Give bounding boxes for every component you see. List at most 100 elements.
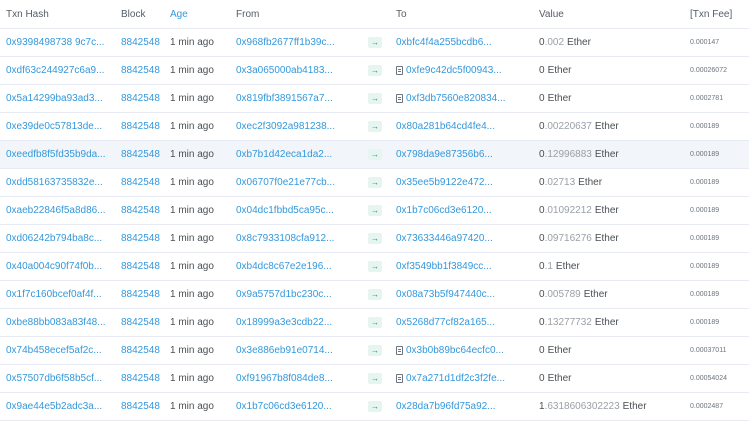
to-address-link[interactable]: 0x798da9e87356b6... — [396, 149, 493, 160]
block-link[interactable]: 8842548 — [121, 93, 160, 104]
to-address-link[interactable]: 0x5268d77cf82a165... — [396, 317, 495, 328]
to-address-link[interactable]: 0x3b0b89bc64ecfc0... — [406, 345, 504, 356]
txn-hash-link[interactable]: 0x1f7c160bcef0af4f... — [6, 289, 102, 300]
value-integer: 0 — [539, 373, 545, 384]
arrow-right-icon: → — [368, 65, 382, 76]
txn-fee: 0.000189 — [690, 207, 720, 214]
header-txn-fee: [Txn Fee] — [690, 8, 733, 20]
table-row: 0xe39de0c57813de... 8842548 1 min ago 0xec2… — [0, 113, 749, 141]
txn-hash-link[interactable]: 0x74b458ecef5af2c... — [6, 345, 102, 356]
value-unit: Ether — [622, 401, 647, 412]
txn-hash-link[interactable]: 0xe39de0c57813de... — [6, 121, 102, 132]
from-address-link[interactable]: 0x18999a3e3cdb22... — [236, 317, 332, 328]
txn-fee: 0.00054024 — [690, 375, 727, 382]
value-decimal: .005789 — [544, 289, 581, 300]
age-text: 1 min ago — [170, 345, 214, 356]
age-text: 1 min ago — [170, 373, 214, 384]
txn-fee: 0.000189 — [690, 123, 720, 130]
block-link[interactable]: 8842548 — [121, 37, 160, 48]
from-address-link[interactable]: 0xb7b1d42eca1da2... — [236, 149, 332, 160]
block-link[interactable]: 8842548 — [121, 121, 160, 132]
txn-hash-link[interactable]: 0xdd58163735832e... — [6, 177, 103, 188]
from-address-link[interactable]: 0x04dc1fbbd5ca95c... — [236, 205, 334, 216]
value-cell: 0 Ether — [539, 365, 687, 392]
from-address-link[interactable]: 0x9a5757d1bc230c... — [236, 289, 332, 300]
age-text: 1 min ago — [170, 93, 214, 104]
to-address-link[interactable]: 0x35ee5b9122e472... — [396, 177, 493, 188]
age-text: 1 min ago — [170, 65, 214, 76]
txn-hash-link[interactable]: 0xbe88bb083a83f48... — [6, 317, 106, 328]
txn-fee: 0.000189 — [690, 235, 720, 242]
txn-hash-link[interactable]: 0x9ae44e5b2adc3a... — [6, 401, 102, 412]
value-unit: Ether — [583, 289, 608, 300]
txn-hash-link[interactable]: 0xaeb22846f5a8d86... — [6, 205, 106, 216]
block-link[interactable]: 8842548 — [121, 149, 160, 160]
from-address-link[interactable]: 0x819fbf3891567a7... — [236, 93, 333, 104]
to-address-link[interactable]: 0x80a281b64cd4fe4... — [396, 121, 495, 132]
from-address-link[interactable]: 0xf91967b8f084de8... — [236, 373, 333, 384]
txn-hash-link[interactable]: 0xd06242b794ba8c... — [6, 233, 102, 244]
age-text: 1 min ago — [170, 261, 214, 272]
txn-fee: 0.000147 — [690, 39, 720, 46]
to-address-link[interactable]: 0xf3db7560e820834... — [406, 93, 506, 104]
txn-fee: 0.000189 — [690, 263, 720, 270]
value-unit: Ether — [594, 317, 619, 328]
value-decimal: .002 — [544, 37, 565, 48]
from-address-link[interactable]: 0xec2f3092a981238... — [236, 121, 335, 132]
block-link[interactable]: 8842548 — [121, 317, 160, 328]
from-address-link[interactable]: 0x968fb2677ff1b39c... — [236, 37, 335, 48]
header-txn-hash: Txn Hash — [6, 8, 49, 20]
txn-hash-link[interactable]: 0x5a14299ba93ad3... — [6, 93, 103, 104]
arrow-right-icon: → — [368, 93, 382, 104]
to-address-link[interactable]: 0xfe9c42dc5f00943... — [406, 65, 502, 76]
block-link[interactable]: 8842548 — [121, 205, 160, 216]
to-address-link[interactable]: 0x28da7b96fd75a92... — [396, 401, 496, 412]
block-link[interactable]: 8842548 — [121, 373, 160, 384]
age-text: 1 min ago — [170, 401, 214, 412]
txn-hash-link[interactable]: 0xeedfb8f5fd35b9da... — [6, 149, 106, 160]
age-text: 1 min ago — [170, 121, 214, 132]
file-text-icon — [396, 66, 403, 75]
table-row: 0xd06242b794ba8c... 8842548 1 min ago 0x8c7… — [0, 225, 749, 253]
file-text-icon — [396, 346, 403, 355]
txn-fee: 0.0002487 — [690, 403, 724, 410]
value-unit: Ether — [547, 373, 572, 384]
to-address-link[interactable]: 0x1b7c06cd3e6120... — [396, 205, 492, 216]
arrow-right-icon: → — [368, 233, 382, 244]
block-link[interactable]: 8842548 — [121, 289, 160, 300]
from-address-link[interactable]: 0x8c7933108cfa912... — [236, 233, 334, 244]
header-age-toggle[interactable]: Age — [170, 0, 234, 28]
block-link[interactable]: 8842548 — [121, 401, 160, 412]
block-link[interactable]: 8842548 — [121, 177, 160, 188]
table-row: 0x9398498738 9c7c... 8842548 1 min ago 0x96… — [0, 29, 749, 57]
block-link[interactable]: 8842548 — [121, 261, 160, 272]
table-row: 0x57507db6f58b5cf... 8842548 1 min ago 0xf9… — [0, 365, 749, 393]
to-address-link[interactable]: 0x7a271d1df2c3f2fe... — [406, 373, 505, 384]
table-row: 0xaeb22846f5a8d86... 8842548 1 min ago 0x04… — [0, 197, 749, 225]
from-address-link[interactable]: 0x06707f0e21e77cb... — [236, 177, 335, 188]
value-cell: 0.12996883 Ether — [539, 141, 687, 168]
txn-hash-link[interactable]: 0x57507db6f58b5cf... — [6, 373, 102, 384]
table-row: 0xeedfb8f5fd35b9da... 8842548 1 min ago 0xb… — [0, 141, 749, 169]
arrow-right-icon: → — [368, 289, 382, 300]
to-address-link[interactable]: 0x08a73b5f947440c... — [396, 289, 495, 300]
block-link[interactable]: 8842548 — [121, 65, 160, 76]
value-decimal: .12996883 — [544, 149, 592, 160]
to-address-link[interactable]: 0x73633446a97420... — [396, 233, 493, 244]
txn-hash-link[interactable]: 0x40a004c90f74f0b... — [6, 261, 102, 272]
value-unit: Ether — [594, 233, 619, 244]
file-text-icon — [396, 374, 403, 383]
table-row: 0xdd58163735832e... 8842548 1 min ago 0x067… — [0, 169, 749, 197]
from-address-link[interactable]: 0x1b7c06cd3e6120... — [236, 401, 332, 412]
from-address-link[interactable]: 0x3a065000ab4183... — [236, 65, 333, 76]
txn-hash-link[interactable]: 0x9398498738 9c7c... — [6, 37, 104, 48]
value-decimal: .02713 — [544, 177, 576, 188]
from-address-link[interactable]: 0x3e886eb91e0714... — [236, 345, 333, 356]
to-address-link[interactable]: 0xf3549bb1f3849cc... — [396, 261, 492, 272]
from-address-link[interactable]: 0xb4dc8c67e2e196... — [236, 261, 332, 272]
txn-hash-link[interactable]: 0xdf63c244927c6a9... — [6, 65, 104, 76]
block-link[interactable]: 8842548 — [121, 345, 160, 356]
block-link[interactable]: 8842548 — [121, 233, 160, 244]
table-row: 0xdf63c244927c6a9... 8842548 1 min ago 0x3a… — [0, 57, 749, 85]
to-address-link[interactable]: 0xbfc4f4a255bcdb6... — [396, 37, 492, 48]
